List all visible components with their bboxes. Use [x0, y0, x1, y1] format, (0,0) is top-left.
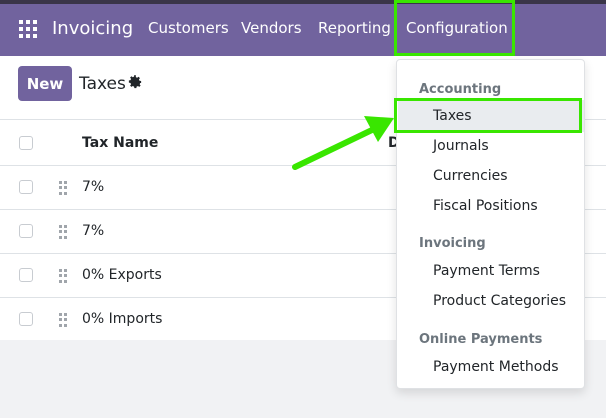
row-checkbox[interactable] — [19, 312, 33, 326]
app-brand[interactable]: Invoicing — [52, 18, 133, 39]
taxes-highlight-box — [394, 98, 582, 133]
annotation-arrow-icon — [292, 116, 394, 170]
menu-section-accounting: Accounting — [419, 82, 502, 97]
column-header-tax-name[interactable]: Tax Name — [82, 135, 158, 151]
new-button[interactable]: New — [18, 66, 72, 101]
nav-item-reporting[interactable]: Reporting — [318, 19, 391, 37]
menu-section-online-payments: Online Payments — [419, 332, 543, 347]
row-checkbox[interactable] — [19, 224, 33, 238]
row-checkbox[interactable] — [19, 268, 33, 282]
tax-name-cell: 7% — [82, 179, 105, 195]
menu-item-journals[interactable]: Journals — [433, 138, 489, 154]
menu-section-invoicing: Invoicing — [419, 236, 486, 251]
tax-name-cell: 7% — [82, 223, 105, 239]
configuration-highlight-box — [394, 0, 515, 56]
tax-name-cell: 0% Exports — [82, 267, 162, 283]
menu-item-fiscal-positions[interactable]: Fiscal Positions — [433, 198, 538, 214]
tax-name-cell: 0% Imports — [82, 311, 163, 327]
menu-item-payment-terms[interactable]: Payment Terms — [433, 263, 540, 279]
drag-handle-icon[interactable] — [59, 269, 67, 283]
menu-item-payment-methods[interactable]: Payment Methods — [433, 359, 559, 375]
select-all-checkbox[interactable] — [19, 136, 33, 150]
menu-item-currencies[interactable]: Currencies — [433, 168, 508, 184]
nav-item-customers[interactable]: Customers — [148, 19, 229, 37]
apps-grid-icon[interactable] — [19, 20, 37, 38]
top-navbar: Invoicing Customers Vendors Reporting Co… — [0, 0, 606, 56]
page-title: Taxes — [79, 74, 126, 94]
menu-item-product-categories[interactable]: Product Categories — [433, 293, 566, 309]
row-checkbox[interactable] — [19, 180, 33, 194]
drag-handle-icon[interactable] — [59, 181, 67, 195]
navbar-top-strip — [0, 0, 606, 4]
nav-item-vendors[interactable]: Vendors — [241, 19, 302, 37]
drag-handle-icon[interactable] — [59, 225, 67, 239]
gear-icon[interactable] — [128, 75, 142, 89]
drag-handle-icon[interactable] — [59, 313, 67, 327]
